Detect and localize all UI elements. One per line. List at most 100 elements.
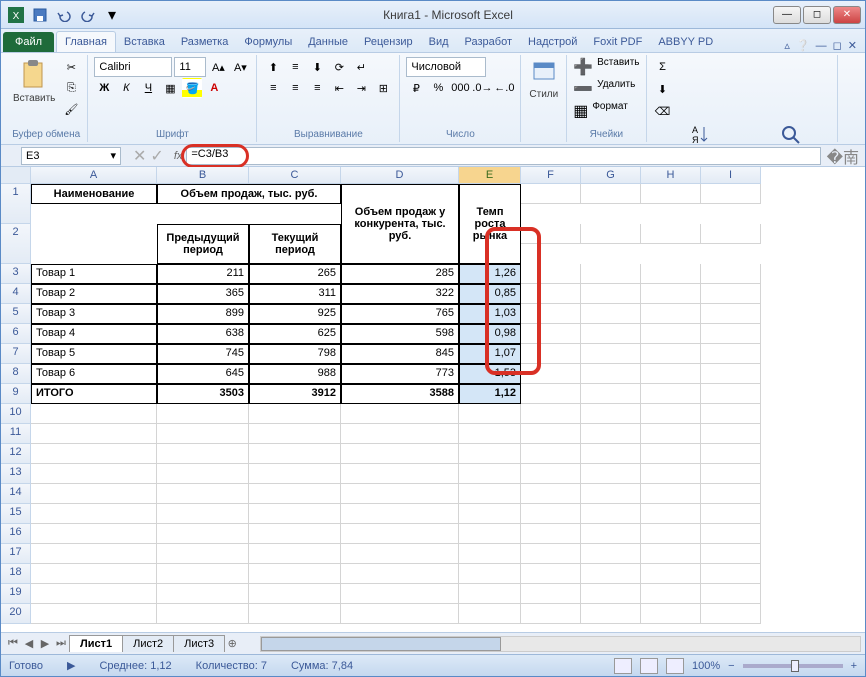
sheet-tab-1[interactable]: Лист1 (69, 635, 123, 652)
status-macro-icon[interactable]: ▶ (67, 659, 75, 672)
tab-view[interactable]: Вид (421, 32, 457, 52)
comma-icon[interactable]: 000 (450, 78, 470, 98)
align-top-icon[interactable]: ⬆ (263, 57, 283, 77)
copy-icon[interactable]: ⎘ (61, 78, 81, 98)
column-header[interactable]: G (581, 167, 641, 184)
bold-button[interactable]: Ж (94, 78, 114, 98)
column-header[interactable]: C (249, 167, 341, 184)
delete-cells-button[interactable]: ➖Удалить (573, 79, 635, 99)
align-center-icon[interactable]: ≡ (285, 78, 305, 98)
number-format-select[interactable] (406, 57, 486, 77)
column-header[interactable]: B (157, 167, 249, 184)
shrink-font-icon[interactable]: A▾ (230, 57, 250, 77)
format-cells-button[interactable]: ▦Формат (573, 101, 628, 121)
autosum-icon[interactable]: Σ (653, 57, 673, 77)
minimize-button[interactable]: — (773, 6, 801, 24)
help-icon[interactable]: ❔ (796, 39, 810, 52)
italic-button[interactable]: К (116, 78, 136, 98)
align-right-icon[interactable]: ≡ (307, 78, 327, 98)
last-sheet-icon[interactable]: ⏭ (53, 637, 69, 650)
redo-icon[interactable] (77, 4, 99, 26)
paste-button[interactable]: Вставить (11, 57, 57, 106)
fill-color-icon[interactable]: 🪣 (182, 78, 202, 98)
orientation-icon[interactable]: ⟳ (329, 57, 349, 77)
column-header[interactable]: D (341, 167, 459, 184)
zoom-slider[interactable] (743, 664, 843, 668)
first-sheet-icon[interactable]: ⏮ (5, 637, 21, 650)
merge-icon[interactable]: ⊞ (373, 78, 393, 98)
currency-icon[interactable]: ₽ (406, 78, 426, 98)
zoom-level[interactable]: 100% (692, 660, 720, 672)
increase-decimal-icon[interactable]: .0→ (472, 78, 492, 98)
align-left-icon[interactable]: ≡ (263, 78, 283, 98)
name-box[interactable]: E3▾ (21, 147, 121, 165)
zoom-out-icon[interactable]: − (728, 660, 734, 672)
grow-font-icon[interactable]: A▴ (208, 57, 228, 77)
tab-data[interactable]: Данные (300, 32, 356, 52)
excel-icon[interactable]: X (5, 4, 27, 26)
cut-icon[interactable]: ✂ (61, 57, 81, 77)
insert-row-icon: ➕ (573, 57, 593, 77)
tab-foxit[interactable]: Foxit PDF (585, 32, 650, 52)
file-tab[interactable]: Файл (3, 32, 54, 52)
percent-icon[interactable]: % (428, 78, 448, 98)
fx-icon[interactable]: fx (170, 150, 187, 162)
new-sheet-icon[interactable]: ⊕ (224, 637, 240, 650)
column-header[interactable]: I (701, 167, 761, 184)
page-layout-view-icon[interactable] (640, 658, 658, 674)
window-restore-icon[interactable]: ◻ (833, 39, 842, 52)
decrease-decimal-icon[interactable]: ←.0 (494, 78, 514, 98)
underline-button[interactable]: Ч (138, 78, 158, 98)
zoom-in-icon[interactable]: + (851, 660, 857, 672)
wrap-text-icon[interactable]: ↵ (351, 57, 371, 77)
insert-cells-button[interactable]: ➕Вставить (573, 57, 639, 77)
clear-icon[interactable]: ⌫ (653, 101, 673, 121)
horizontal-scrollbar[interactable] (260, 636, 861, 652)
status-average: Среднее: 1,12 (99, 660, 171, 672)
tab-addins[interactable]: Надстрой (520, 32, 585, 52)
tab-abbyy[interactable]: ABBYY PD (650, 32, 721, 52)
enter-formula-icon[interactable]: ✓ (150, 146, 163, 166)
minimize-ribbon-icon[interactable]: ▵ (784, 39, 790, 52)
column-header[interactable]: F (521, 167, 581, 184)
column-header[interactable]: E (459, 167, 521, 184)
font-name-select[interactable] (94, 57, 172, 77)
tab-review[interactable]: Рецензир (356, 32, 421, 52)
status-bar: Готово ▶ Среднее: 1,12 Количество: 7 Сум… (1, 654, 865, 676)
find-icon (779, 123, 803, 147)
formula-input[interactable]: =C3/B3 (186, 147, 820, 165)
next-sheet-icon[interactable]: ▶ (37, 637, 53, 650)
format-painter-icon[interactable]: 🖌 (61, 99, 81, 119)
save-icon[interactable] (29, 4, 51, 26)
align-bottom-icon[interactable]: ⬇ (307, 57, 327, 77)
maximize-button[interactable]: ◻ (803, 6, 831, 24)
styles-button[interactable]: Стили (527, 57, 560, 102)
tab-insert[interactable]: Вставка (116, 32, 173, 52)
sheet-tab-2[interactable]: Лист2 (122, 635, 174, 652)
column-header[interactable]: H (641, 167, 701, 184)
tab-developer[interactable]: Разработ (457, 32, 520, 52)
font-size-select[interactable] (174, 57, 206, 77)
border-icon[interactable]: ▦ (160, 78, 180, 98)
tab-home[interactable]: Главная (56, 31, 116, 52)
cancel-formula-icon[interactable]: ✕ (133, 146, 146, 166)
indent-increase-icon[interactable]: ⇥ (351, 78, 371, 98)
close-button[interactable]: ✕ (833, 6, 861, 24)
window-minimize-icon[interactable]: — (816, 40, 827, 52)
normal-view-icon[interactable] (614, 658, 632, 674)
qat-dropdown-icon[interactable]: ▾ (101, 4, 123, 26)
font-color-icon[interactable]: A (204, 78, 224, 98)
sheet-tab-3[interactable]: Лист3 (173, 635, 225, 652)
tab-layout[interactable]: Разметка (173, 32, 237, 52)
align-middle-icon[interactable]: ≡ (285, 57, 305, 77)
spreadsheet-grid[interactable]: ABCDEFGHI1НаименованиеОбъем продаж, тыс.… (1, 167, 865, 632)
tab-formulas[interactable]: Формулы (236, 32, 300, 52)
page-break-view-icon[interactable] (666, 658, 684, 674)
fill-icon[interactable]: ⬇ (653, 79, 673, 99)
expand-formula-icon[interactable]: �南 (821, 144, 865, 168)
undo-icon[interactable] (53, 4, 75, 26)
indent-decrease-icon[interactable]: ⇤ (329, 78, 349, 98)
prev-sheet-icon[interactable]: ◀ (21, 637, 37, 650)
window-close-icon[interactable]: ✕ (848, 39, 857, 52)
column-header[interactable]: A (31, 167, 157, 184)
